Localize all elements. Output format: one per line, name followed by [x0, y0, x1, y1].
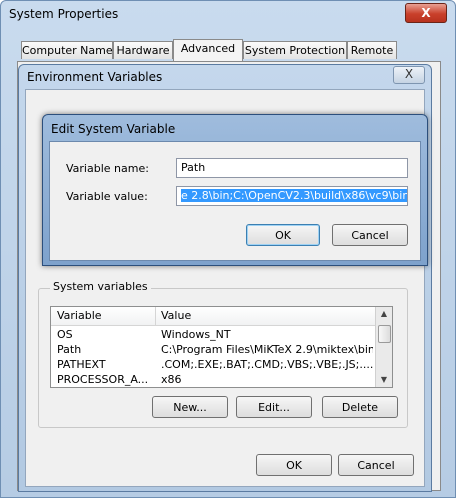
edit-ok-button[interactable]: OK: [246, 224, 320, 246]
tab-computer-name[interactable]: Computer Name: [21, 41, 113, 59]
ok-button[interactable]: OK: [256, 454, 332, 476]
column-header-variable[interactable]: Variable: [57, 309, 102, 322]
environment-variables-close-button[interactable]: X: [393, 66, 425, 84]
variable-value-field[interactable]: e 2.8\bin;C:\OpenCV2.3\build\x86\vc9\bin: [176, 186, 408, 206]
tab-hardware[interactable]: Hardware: [113, 41, 173, 59]
table-header: Variable Value: [51, 307, 376, 326]
table-row[interactable]: PATHEXT .COM;.EXE;.BAT;.CMD;.VBS;.VBE;.J…: [51, 357, 376, 372]
edit-system-variable-title: Edit System Variable: [51, 122, 176, 136]
new-button[interactable]: New...: [152, 396, 228, 418]
system-properties-title: System Properties: [9, 7, 119, 21]
delete-button[interactable]: Delete: [322, 396, 398, 418]
system-variables-table[interactable]: Variable Value OS Windows_NT Path C:\Pro…: [50, 306, 393, 388]
scroll-thumb[interactable]: [378, 325, 391, 343]
tab-advanced[interactable]: Advanced: [173, 39, 243, 61]
edit-cancel-button[interactable]: Cancel: [332, 224, 408, 246]
table-row[interactable]: OS Windows_NT: [51, 327, 376, 342]
edit-system-variable-body: Variable name: Path Variable value: e 2.…: [49, 141, 421, 261]
tab-system-protection[interactable]: System Protection: [243, 41, 347, 59]
table-row[interactable]: Path C:\Program Files\MiKTeX 2.9\miktex\…: [51, 342, 376, 357]
variable-value-text: e 2.8\bin;C:\OpenCV2.3\build\x86\vc9\bin: [181, 189, 408, 202]
scroll-down-arrow-icon[interactable]: ▼: [376, 373, 392, 387]
row-value: x86: [161, 373, 182, 386]
variable-name-label: Variable name:: [66, 162, 149, 175]
row-variable: PROCESSOR_A...: [57, 373, 149, 386]
system-variables-label: System variables: [50, 280, 151, 293]
variable-name-field[interactable]: Path: [176, 158, 408, 178]
edit-system-variable-window: Edit System Variable Variable name: Path…: [42, 114, 428, 266]
tab-remote[interactable]: Remote: [347, 41, 397, 59]
row-value: C:\Program Files\MiKTeX 2.9\miktex\bin..…: [161, 343, 373, 356]
cancel-button[interactable]: Cancel: [338, 454, 414, 476]
variable-value-label: Variable value:: [66, 190, 148, 203]
table-row[interactable]: PROCESSOR_A... x86: [51, 372, 376, 387]
row-variable: OS: [57, 328, 73, 341]
table-scrollbar[interactable]: ▲ ▼: [375, 307, 392, 387]
environment-variables-title: Environment Variables: [27, 70, 163, 84]
edit-button[interactable]: Edit...: [236, 396, 312, 418]
row-variable: PATHEXT: [57, 358, 106, 371]
row-value: .COM;.EXE;.BAT;.CMD;.VBS;.VBE;.JS;....: [161, 358, 373, 371]
system-properties-close-button[interactable]: X: [405, 3, 447, 23]
row-variable: Path: [57, 343, 82, 356]
scroll-up-arrow-icon[interactable]: ▲: [376, 307, 392, 321]
column-header-value[interactable]: Value: [161, 309, 191, 322]
row-value: Windows_NT: [161, 328, 231, 341]
